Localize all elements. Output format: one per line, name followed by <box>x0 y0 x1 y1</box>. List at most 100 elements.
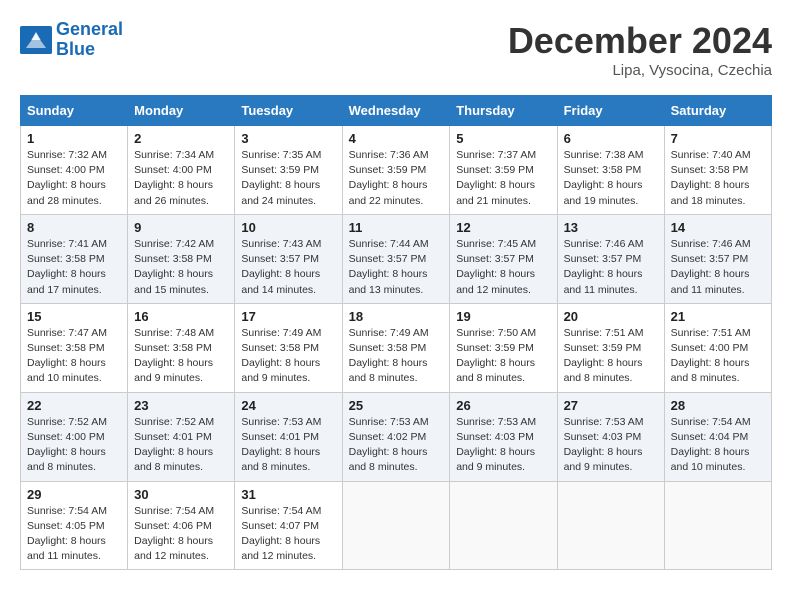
day-number: 13 <box>564 220 658 235</box>
calendar-cell: 19Sunrise: 7:50 AM Sunset: 3:59 PM Dayli… <box>450 303 557 392</box>
calendar-cell: 20Sunrise: 7:51 AM Sunset: 3:59 PM Dayli… <box>557 303 664 392</box>
day-info: Sunrise: 7:46 AM Sunset: 3:57 PM Dayligh… <box>564 237 658 298</box>
calendar-cell: 12Sunrise: 7:45 AM Sunset: 3:57 PM Dayli… <box>450 214 557 303</box>
day-number: 27 <box>564 398 658 413</box>
day-number: 18 <box>349 309 444 324</box>
calendar-cell: 9Sunrise: 7:42 AM Sunset: 3:58 PM Daylig… <box>128 214 235 303</box>
day-number: 29 <box>27 487 121 502</box>
day-info: Sunrise: 7:52 AM Sunset: 4:01 PM Dayligh… <box>134 415 228 476</box>
day-number: 22 <box>27 398 121 413</box>
calendar-cell: 26Sunrise: 7:53 AM Sunset: 4:03 PM Dayli… <box>450 392 557 481</box>
day-number: 7 <box>671 131 765 146</box>
calendar-cell: 28 Sunrise: 7:54 AM Sunset: 4:04 PM Dayli… <box>664 392 771 481</box>
day-info: Sunrise: 7:44 AM Sunset: 3:57 PM Dayligh… <box>349 237 444 298</box>
day-number: 14 <box>671 220 765 235</box>
day-info: Sunrise: 7:36 AM Sunset: 3:59 PM Dayligh… <box>349 148 444 209</box>
day-info: Sunrise: 7:54 AM Sunset: 4:04 PM Dayligh… <box>671 415 765 476</box>
calendar-cell: 29 Sunrise: 7:54 AM Sunset: 4:05 PM Dayli… <box>21 481 128 570</box>
logo-text: General Blue <box>56 20 123 60</box>
calendar-cell: 5Sunrise: 7:37 AM Sunset: 3:59 PM Daylig… <box>450 126 557 215</box>
day-info: Sunrise: 7:51 AM Sunset: 4:00 PM Dayligh… <box>671 326 765 387</box>
day-number: 28 <box>671 398 765 413</box>
calendar-cell: 3 Sunrise: 7:35 AM Sunset: 3:59 PM Daylig… <box>235 126 342 215</box>
day-info: Sunrise: 7:37 AM Sunset: 3:59 PM Dayligh… <box>456 148 550 209</box>
calendar-cell: 13 Sunrise: 7:46 AM Sunset: 3:57 PM Dayli… <box>557 214 664 303</box>
page-header: General Blue December 2024 Lipa, Vysocin… <box>20 20 772 79</box>
calendar-cell: 22 Sunrise: 7:52 AM Sunset: 4:00 PM Dayli… <box>21 392 128 481</box>
day-number: 23 <box>134 398 228 413</box>
day-info: Sunrise: 7:32 AM Sunset: 4:00 PM Dayligh… <box>27 148 121 209</box>
calendar-week-row: 1 Sunrise: 7:32 AM Sunset: 4:00 PM Daylig… <box>21 126 772 215</box>
logo: General Blue <box>20 20 123 60</box>
day-info: Sunrise: 7:54 AM Sunset: 4:05 PM Dayligh… <box>27 504 121 565</box>
calendar-cell: 25 Sunrise: 7:53 AM Sunset: 4:02 PM Dayli… <box>342 392 450 481</box>
day-info: Sunrise: 7:48 AM Sunset: 3:58 PM Dayligh… <box>134 326 228 387</box>
day-number: 25 <box>349 398 444 413</box>
day-number: 1 <box>27 131 121 146</box>
day-number: 12 <box>456 220 550 235</box>
day-number: 8 <box>27 220 121 235</box>
calendar-cell: 6 Sunrise: 7:38 AM Sunset: 3:58 PM Daylig… <box>557 126 664 215</box>
day-info: Sunrise: 7:53 AM Sunset: 4:01 PM Dayligh… <box>241 415 335 476</box>
day-number: 10 <box>241 220 335 235</box>
day-info: Sunrise: 7:38 AM Sunset: 3:58 PM Dayligh… <box>564 148 658 209</box>
day-number: 11 <box>349 220 444 235</box>
col-header-saturday: Saturday <box>664 96 771 126</box>
day-number: 4 <box>349 131 444 146</box>
day-info: Sunrise: 7:40 AM Sunset: 3:58 PM Dayligh… <box>671 148 765 209</box>
day-number: 15 <box>27 309 121 324</box>
calendar-week-row: 8 Sunrise: 7:41 AM Sunset: 3:58 PM Daylig… <box>21 214 772 303</box>
day-number: 6 <box>564 131 658 146</box>
calendar-cell: 8 Sunrise: 7:41 AM Sunset: 3:58 PM Daylig… <box>21 214 128 303</box>
day-info: Sunrise: 7:52 AM Sunset: 4:00 PM Dayligh… <box>27 415 121 476</box>
calendar-cell: 21 Sunrise: 7:51 AM Sunset: 4:00 PM Dayli… <box>664 303 771 392</box>
calendar-cell <box>342 481 450 570</box>
day-number: 24 <box>241 398 335 413</box>
calendar-cell: 16Sunrise: 7:48 AM Sunset: 3:58 PM Dayli… <box>128 303 235 392</box>
calendar-header-row: SundayMondayTuesdayWednesdayThursdayFrid… <box>21 96 772 126</box>
calendar-cell <box>664 481 771 570</box>
col-header-sunday: Sunday <box>21 96 128 126</box>
calendar-cell: 27 Sunrise: 7:53 AM Sunset: 4:03 PM Dayli… <box>557 392 664 481</box>
calendar-cell: 7 Sunrise: 7:40 AM Sunset: 3:58 PM Daylig… <box>664 126 771 215</box>
day-number: 30 <box>134 487 228 502</box>
day-number: 26 <box>456 398 550 413</box>
calendar-cell <box>557 481 664 570</box>
day-info: Sunrise: 7:41 AM Sunset: 3:58 PM Dayligh… <box>27 237 121 298</box>
calendar-cell: 23 Sunrise: 7:52 AM Sunset: 4:01 PM Dayli… <box>128 392 235 481</box>
calendar-week-row: 22 Sunrise: 7:52 AM Sunset: 4:00 PM Dayli… <box>21 392 772 481</box>
calendar-cell: 10 Sunrise: 7:43 AM Sunset: 3:57 PM Dayli… <box>235 214 342 303</box>
day-number: 2 <box>134 131 228 146</box>
day-info: Sunrise: 7:46 AM Sunset: 3:57 PM Dayligh… <box>671 237 765 298</box>
col-header-thursday: Thursday <box>450 96 557 126</box>
calendar-table: SundayMondayTuesdayWednesdayThursdayFrid… <box>20 95 772 570</box>
day-number: 19 <box>456 309 550 324</box>
day-info: Sunrise: 7:43 AM Sunset: 3:57 PM Dayligh… <box>241 237 335 298</box>
col-header-friday: Friday <box>557 96 664 126</box>
calendar-cell: 30Sunrise: 7:54 AM Sunset: 4:06 PM Dayli… <box>128 481 235 570</box>
calendar-cell: 24 Sunrise: 7:53 AM Sunset: 4:01 PM Dayli… <box>235 392 342 481</box>
day-number: 3 <box>241 131 335 146</box>
day-info: Sunrise: 7:53 AM Sunset: 4:03 PM Dayligh… <box>564 415 658 476</box>
calendar-cell: 14 Sunrise: 7:46 AM Sunset: 3:57 PM Dayli… <box>664 214 771 303</box>
day-info: Sunrise: 7:49 AM Sunset: 3:58 PM Dayligh… <box>349 326 444 387</box>
day-info: Sunrise: 7:42 AM Sunset: 3:58 PM Dayligh… <box>134 237 228 298</box>
calendar-cell: 15Sunrise: 7:47 AM Sunset: 3:58 PM Dayli… <box>21 303 128 392</box>
logo-icon <box>20 26 52 54</box>
calendar-cell: 17Sunrise: 7:49 AM Sunset: 3:58 PM Dayli… <box>235 303 342 392</box>
day-number: 21 <box>671 309 765 324</box>
calendar-week-row: 15Sunrise: 7:47 AM Sunset: 3:58 PM Dayli… <box>21 303 772 392</box>
calendar-cell: 18 Sunrise: 7:49 AM Sunset: 3:58 PM Dayli… <box>342 303 450 392</box>
col-header-wednesday: Wednesday <box>342 96 450 126</box>
calendar-cell: 4 Sunrise: 7:36 AM Sunset: 3:59 PM Daylig… <box>342 126 450 215</box>
title-block: December 2024 Lipa, Vysocina, Czechia <box>508 20 772 79</box>
day-info: Sunrise: 7:34 AM Sunset: 4:00 PM Dayligh… <box>134 148 228 209</box>
month-title: December 2024 <box>508 20 772 62</box>
day-number: 17 <box>241 309 335 324</box>
day-info: Sunrise: 7:35 AM Sunset: 3:59 PM Dayligh… <box>241 148 335 209</box>
col-header-monday: Monday <box>128 96 235 126</box>
day-info: Sunrise: 7:53 AM Sunset: 4:02 PM Dayligh… <box>349 415 444 476</box>
day-number: 31 <box>241 487 335 502</box>
col-header-tuesday: Tuesday <box>235 96 342 126</box>
day-info: Sunrise: 7:51 AM Sunset: 3:59 PM Dayligh… <box>564 326 658 387</box>
